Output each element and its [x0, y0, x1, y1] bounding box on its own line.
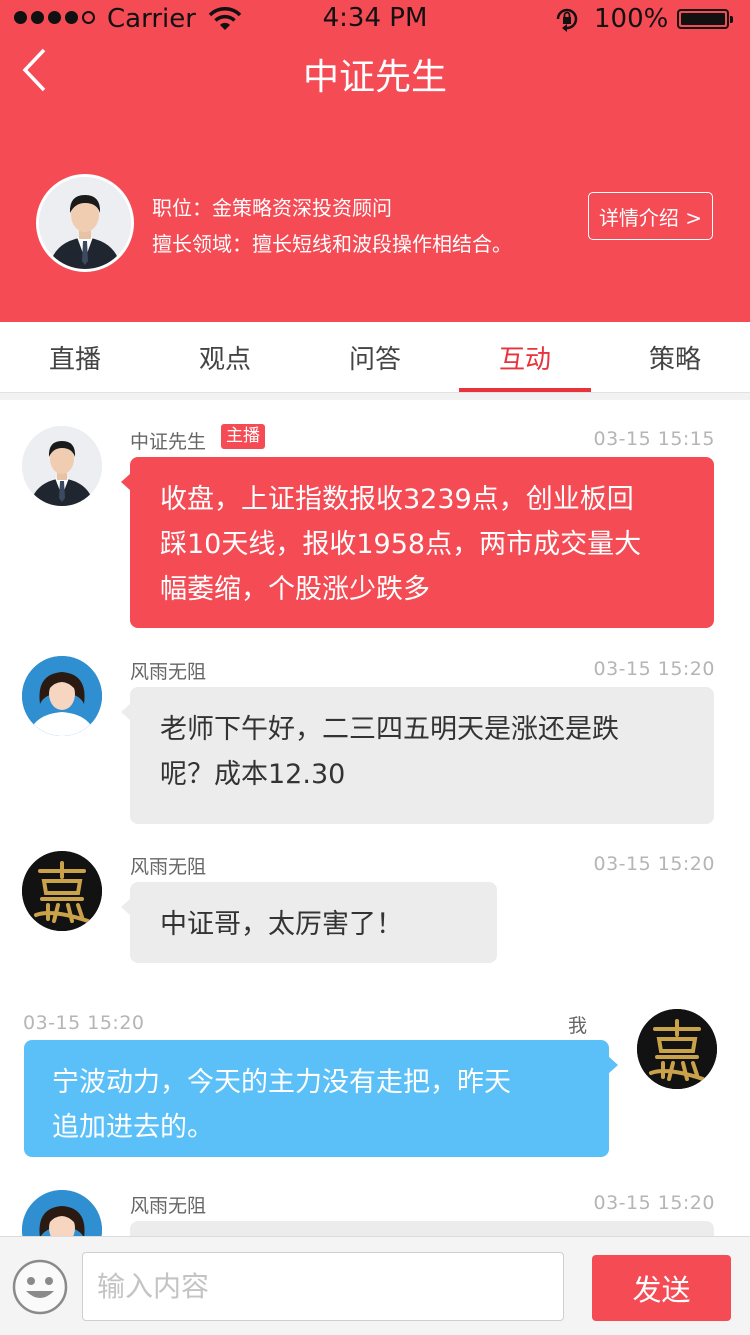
tab-label: 直播: [48, 344, 101, 375]
message-bubble[interactable]: 老师下午好，二三四五明天是涨还是跌 呢？成本12.30: [121, 687, 714, 824]
message-bubble[interactable]: 收盘，上证指数报收3239点，创业板回 踩10天线，报收1958点，两市成交量大…: [121, 457, 714, 628]
detail-intro-button[interactable]: 详情介绍 >: [588, 192, 713, 240]
tab-viewpoint[interactable]: 观点: [150, 322, 300, 392]
message-time: 03-15 15:20: [593, 853, 715, 875]
emoji-icon[interactable]: [12, 1259, 68, 1315]
woman-portrait-icon: [22, 656, 102, 736]
tab-label: 互动: [498, 344, 551, 375]
host-specialty: 擅长领域：擅长短线和波段操作相结合。: [152, 232, 512, 256]
message-input[interactable]: [82, 1252, 564, 1321]
gold-calligraphy-icon: [637, 1009, 717, 1089]
tab-interaction[interactable]: 互动: [450, 322, 600, 392]
status-bar: Carrier 4:34 PM 100%: [0, 0, 750, 40]
input-bar: 发送: [0, 1236, 750, 1335]
tab-label: 问答: [348, 344, 401, 375]
message-line: 幅萎缩，个股涨少跌多: [160, 574, 430, 605]
rotation-lock-icon: [556, 8, 578, 32]
message-line: 踩10天线，报收1958点，两市成交量大: [160, 529, 642, 560]
message-line: 宁波动力，今天的主力没有走把，昨天: [52, 1067, 511, 1098]
tab-label: 策略: [648, 344, 701, 375]
page-title: 中证先生: [302, 57, 447, 98]
message-line: 中证哥，太厉害了！: [160, 909, 403, 940]
sender-name: 中证先生: [130, 431, 207, 453]
tab-qa[interactable]: 问答: [300, 322, 450, 392]
message-time: 03-15 15:15: [593, 428, 715, 450]
avatar[interactable]: [22, 426, 102, 506]
message-line: 收盘，上证指数报收3239点，创业板回: [160, 484, 634, 515]
gold-calligraphy-icon: [22, 851, 102, 931]
message-bubble[interactable]: 中证哥，太厉害了！: [121, 882, 497, 963]
avatar[interactable]: [22, 656, 102, 736]
avatar[interactable]: [22, 851, 102, 931]
message-bubble[interactable]: 宁波动力，今天的主力没有走把，昨天 追加进去的。: [24, 1040, 618, 1157]
message-line: 呢？成本12.30: [160, 759, 346, 790]
message-line: 追加进去的。: [52, 1112, 214, 1143]
message-line: 老师下午好，二三四五明天是涨还是跌: [160, 714, 619, 745]
sender-name: 风雨无阻: [130, 661, 207, 683]
my-avatar[interactable]: [637, 1009, 717, 1089]
host-position: 职位：金策略资深投资顾问: [152, 196, 392, 220]
chat-list[interactable]: 中证先生 主播 03-15 15:15 收盘，上证指数报收3239点，创业板回 …: [0, 400, 750, 1236]
header: Carrier 4:34 PM 100% 中证先生 职位：金策略资深投资顾问 擅…: [0, 0, 750, 322]
sender-name: 风雨无阻: [130, 856, 207, 878]
tab-live[interactable]: 直播: [0, 322, 150, 392]
host-avatar[interactable]: [36, 174, 134, 272]
man-portrait-icon: [22, 426, 102, 506]
sender-name: 风雨无阻: [130, 1195, 207, 1217]
tab-label: 观点: [198, 344, 251, 375]
woman-portrait-icon: [22, 1190, 102, 1236]
send-button[interactable]: 发送: [592, 1255, 731, 1321]
man-portrait-icon: [39, 177, 131, 269]
host-profile-info: 职位：金策略资深投资顾问 擅长领域：擅长短线和波段操作相结合。: [152, 190, 512, 262]
message-time: 03-15 15:20: [593, 658, 715, 680]
battery-percentage: 100%: [594, 4, 669, 34]
tab-strategy[interactable]: 策略: [600, 322, 750, 392]
active-tab-indicator: [459, 388, 591, 392]
message-time: 03-15 15:20: [593, 1192, 715, 1214]
host-badge: 主播: [221, 424, 265, 449]
sender-name: 我: [568, 1015, 588, 1037]
avatar[interactable]: [22, 1190, 102, 1236]
tab-bar: 直播 观点 问答 互动 策略: [0, 322, 750, 393]
message-time: 03-15 15:20: [23, 1012, 145, 1034]
battery-icon: [677, 9, 733, 29]
message-bubble[interactable]: [130, 1221, 714, 1236]
